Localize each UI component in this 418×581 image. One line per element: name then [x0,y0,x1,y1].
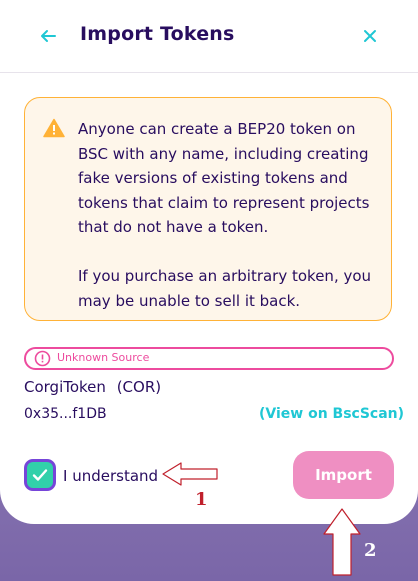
warning-paragraph-2: If you purchase an arbitrary token, you … [78,267,372,310]
close-icon[interactable] [358,24,382,48]
checkmark-icon [32,469,48,481]
warning-paragraph-1: Anyone can create a BEP20 token on BSC w… [78,120,370,236]
annotation-label-2: 2 [364,540,377,561]
back-arrow-icon[interactable] [36,24,60,48]
view-on-bscscan-link[interactable]: (View on BscScan) [259,406,404,422]
import-tokens-modal: Import Tokens Anyone can create a BEP20 … [0,0,418,524]
annotation-arrow-up [323,508,361,576]
understand-label: I understand [63,467,159,485]
import-button[interactable]: Import [293,451,394,499]
warning-text: Anyone can create a BEP20 token on BSC w… [78,117,378,313]
token-address: 0x35...f1DB [24,406,107,422]
annotation-label-1: 1 [195,489,208,510]
unknown-source-label: Unknown Source [57,351,150,364]
token-name: CorgiToken [24,378,106,396]
token-symbol: (COR) [116,378,162,396]
warning-box: Anyone can create a BEP20 token on BSC w… [24,97,392,321]
unknown-source-badge: Unknown Source [24,347,394,370]
error-circle-icon [34,350,51,367]
modal-header: Import Tokens [0,0,418,73]
warning-triangle-icon [43,118,65,138]
token-name-row: CorgiToken (COR) [24,378,161,396]
modal-title: Import Tokens [80,23,235,45]
understand-checkbox[interactable] [24,459,56,491]
annotation-arrow-left [162,462,218,486]
